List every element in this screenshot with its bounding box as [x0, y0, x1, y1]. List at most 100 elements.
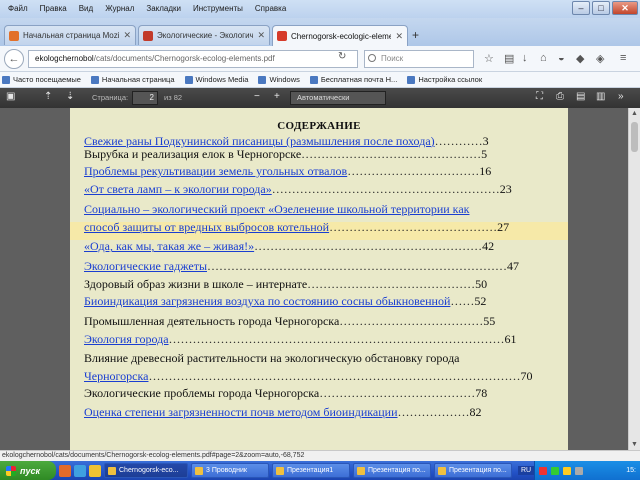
- home-icon[interactable]: ⌂: [540, 52, 547, 64]
- taskbar-button[interactable]: 3 Проводник: [191, 463, 269, 478]
- save-icon[interactable]: ▤: [576, 91, 585, 102]
- search-input[interactable]: Поиск: [364, 50, 474, 68]
- bookmark-item[interactable]: Начальная страница: [90, 75, 175, 84]
- sidebar-toggle-icon[interactable]: ▣: [6, 91, 15, 102]
- menu-item[interactable]: Вид: [73, 0, 99, 18]
- taskbar-button[interactable]: Презентация по...: [353, 463, 431, 478]
- toc-leader-dots: ……………………………: [347, 164, 480, 178]
- toc-entry[interactable]: «Ода, как мы, такая же – живая!»………………………: [84, 239, 564, 253]
- toc-entry[interactable]: Свежие раны Подкунинской писаницы (размы…: [84, 134, 564, 148]
- bookmark-item[interactable]: Бесплатная почта H...: [309, 75, 397, 84]
- toc-page-number: 27: [497, 220, 510, 234]
- next-page-icon[interactable]: ⇣: [66, 91, 74, 102]
- bookmarks-toolbar: Часто посещаемые Начальная страница Window…: [0, 72, 640, 88]
- tab-ecology[interactable]: Экологические - Экологические ✕: [138, 25, 270, 45]
- clock[interactable]: 15:: [626, 467, 640, 474]
- toc-entry[interactable]: Экологические гаджеты……………………………………………………: [84, 259, 564, 273]
- pocket-icon[interactable]: ◒: [558, 52, 565, 64]
- network-icon[interactable]: [551, 466, 559, 475]
- antivirus-icon[interactable]: [539, 466, 547, 475]
- toc-entry[interactable]: Социально – экологический проект «Озелен…: [84, 202, 564, 216]
- toc-entry[interactable]: «От света ламп – к экологии города»………………: [84, 182, 564, 196]
- toc-entry[interactable]: Проблемы рекультивации земель угольных о…: [84, 164, 564, 178]
- toc-page-number: 42: [482, 239, 495, 253]
- scrollbar-thumb[interactable]: [631, 122, 638, 152]
- close-tab-icon[interactable]: ✕: [257, 30, 265, 41]
- minimize-button[interactable]: –: [572, 1, 590, 15]
- windows-logo-icon: [6, 465, 16, 476]
- toc-entry-title[interactable]: «От света ламп – к экологии города»: [84, 182, 272, 196]
- toc-entry-title[interactable]: Социально – экологический проект «Озелен…: [84, 202, 469, 216]
- taskbar-button[interactable]: Презентация по...: [434, 463, 512, 478]
- menu-item[interactable]: Закладки: [140, 0, 187, 18]
- toc-leader-dots: ……………………………………: [329, 220, 498, 234]
- toc-entry-title[interactable]: Экологические гаджеты: [84, 259, 207, 273]
- star-icon[interactable]: ☆: [484, 52, 494, 65]
- toc-entry[interactable]: Экология города……………………………………………………………………: [84, 332, 564, 346]
- reading-list-icon[interactable]: ▤: [504, 52, 514, 65]
- tab-start-page[interactable]: Начальная страница Mozilla ✕: [4, 25, 136, 45]
- toc-entry[interactable]: Биоиндикация загрязнения воздуха по сост…: [84, 294, 564, 308]
- toc-entry-title[interactable]: способ защиты от вредных выбросов котель…: [84, 220, 329, 234]
- ie-quicklaunch-icon[interactable]: [74, 464, 86, 477]
- toc-entry[interactable]: способ защиты от вредных выбросов котель…: [84, 220, 564, 234]
- addon-icon[interactable]: ◆: [576, 52, 584, 65]
- toc-leader-dots: …………………………………: [319, 386, 476, 400]
- download-icon[interactable]: ↓: [522, 52, 528, 64]
- shield-icon[interactable]: ◈: [596, 52, 604, 65]
- toc-entry-title[interactable]: Экология города: [84, 332, 169, 346]
- menu-item[interactable]: Инструменты: [187, 0, 249, 18]
- speaker-icon[interactable]: [563, 466, 571, 475]
- bookmark-item[interactable]: Windows Media: [184, 75, 248, 84]
- close-tab-icon[interactable]: ✕: [123, 30, 131, 41]
- pdf-viewer[interactable]: СОДЕРЖАНИЕ Свежие раны Подкунинской писа…: [0, 108, 628, 450]
- presentation-icon[interactable]: ⛶: [536, 91, 543, 102]
- menu-item[interactable]: Правка: [34, 0, 73, 18]
- menu-item[interactable]: Журнал: [99, 0, 140, 18]
- close-tab-icon[interactable]: ✕: [395, 31, 403, 42]
- page-number-input[interactable]: 2: [132, 91, 158, 105]
- zoom-select[interactable]: Автоматически: [290, 91, 386, 105]
- toc-leader-dots: ……: [450, 294, 475, 308]
- toc-entry-title[interactable]: Биоиндикация загрязнения воздуха по сост…: [84, 294, 450, 308]
- start-button[interactable]: пуск: [0, 461, 56, 480]
- toc-entry-title[interactable]: Проблемы рекультивации земель угольных о…: [84, 164, 347, 178]
- back-button[interactable]: ←: [4, 49, 24, 69]
- document-title: СОДЕРЖАНИЕ: [277, 120, 361, 132]
- usb-icon[interactable]: [575, 466, 583, 475]
- toc-entry-title[interactable]: Черногорска: [84, 369, 148, 383]
- close-button[interactable]: ✕: [612, 1, 638, 15]
- tab-pdf-document[interactable]: Chernogorsk-ecologic-elements ✕: [272, 25, 408, 46]
- toc-page-number: 16: [479, 164, 492, 178]
- menu-icon[interactable]: ≡: [620, 52, 626, 64]
- toc-entry-title[interactable]: Оценка степени загрязненности почв метод…: [84, 405, 398, 419]
- new-tab-button[interactable]: +: [412, 28, 419, 42]
- url-bar[interactable]: ekologchernobol/cats/documents/Chernogor…: [28, 50, 358, 68]
- scroll-down-icon[interactable]: ▼: [629, 439, 640, 450]
- reload-button[interactable]: ↻: [338, 51, 346, 62]
- toc-entry-title[interactable]: «Ода, как мы, такая же – живая!»: [84, 239, 254, 253]
- print-icon[interactable]: ⎙: [556, 91, 564, 102]
- bookmark-icon[interactable]: ▥: [596, 91, 605, 102]
- taskbar-button[interactable]: Chernogorsk-eco...: [104, 463, 188, 478]
- toc-entry-title[interactable]: Свежие раны Подкунинской писаницы (размы…: [84, 134, 435, 148]
- taskbar-button[interactable]: Презентация1: [272, 463, 350, 478]
- maximize-button[interactable]: □: [592, 1, 610, 15]
- previous-page-icon[interactable]: ⇡: [44, 91, 52, 102]
- toc-entry[interactable]: Черногорска………………………………………………………………………………: [84, 369, 564, 383]
- zoom-out-icon[interactable]: −: [254, 91, 260, 102]
- firefox-quicklaunch-icon[interactable]: [59, 464, 71, 477]
- vertical-scrollbar[interactable]: ▲ ▼: [628, 108, 640, 450]
- tools-icon[interactable]: »: [618, 91, 624, 102]
- toc-entry-title: Здоровый образ жизни в школе – интернате: [84, 277, 308, 291]
- bookmark-item[interactable]: Настройка ссылок: [407, 75, 482, 84]
- bookmark-item[interactable]: Часто посещаемые: [2, 75, 81, 84]
- bookmark-item[interactable]: Windows: [258, 75, 300, 84]
- language-indicator[interactable]: RU: [518, 466, 535, 475]
- scroll-up-icon[interactable]: ▲: [629, 108, 640, 119]
- menu-item[interactable]: Справка: [249, 0, 292, 18]
- toc-entry[interactable]: Оценка степени загрязненности почв метод…: [84, 405, 564, 419]
- folder-quicklaunch-icon[interactable]: [89, 464, 101, 477]
- zoom-in-icon[interactable]: +: [274, 91, 280, 102]
- menu-item[interactable]: Файл: [2, 0, 34, 18]
